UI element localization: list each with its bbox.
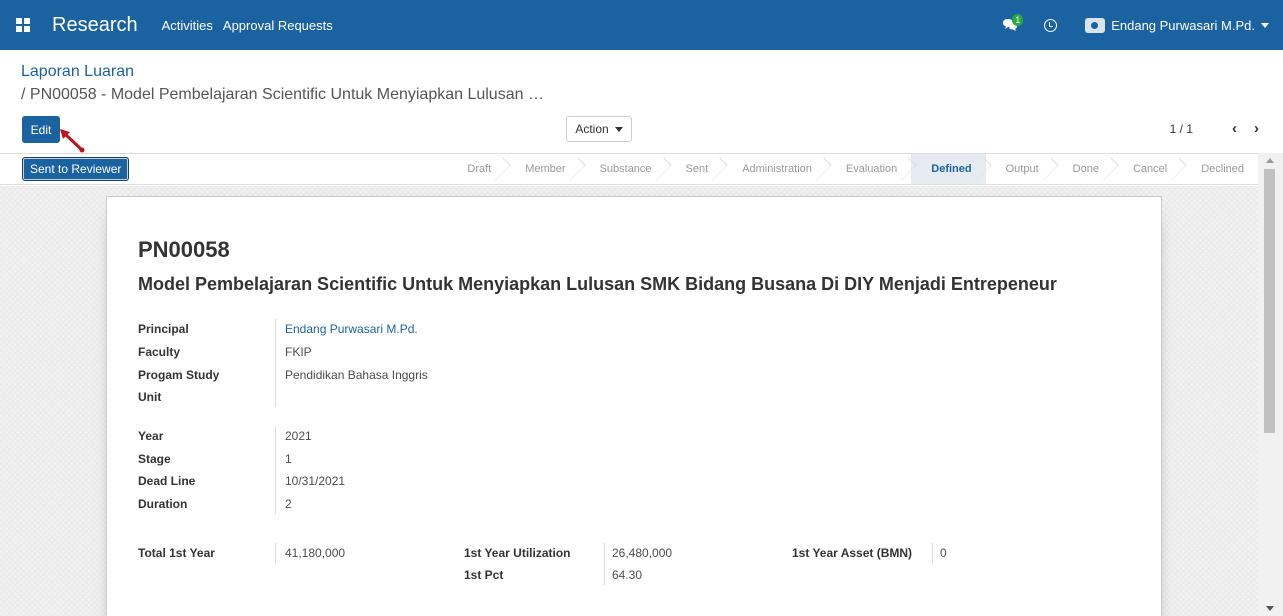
avatar[interactable]: [1085, 17, 1106, 33]
label-1st-year-utilization: 1st Year Utilization: [464, 546, 571, 560]
stage-defined[interactable]: Defined: [911, 154, 986, 184]
value-stage: 1: [285, 452, 292, 466]
stage-cancel[interactable]: Cancel: [1113, 154, 1181, 184]
breadcrumb-root[interactable]: Laporan Luaran: [21, 63, 134, 81]
pager-previous-button[interactable]: ‹: [1232, 120, 1237, 137]
field-divider: [275, 426, 276, 514]
stage-declined[interactable]: Declined: [1181, 154, 1258, 184]
status-bar: Sent to Reviewer Draft Member Substance …: [0, 153, 1258, 185]
action-dropdown[interactable]: Action: [566, 116, 632, 142]
label-total-1st-year: Total 1st Year: [138, 546, 215, 560]
sent-to-reviewer-button[interactable]: Sent to Reviewer: [22, 157, 130, 181]
caret-down-icon: [614, 126, 623, 132]
stage-member[interactable]: Member: [505, 154, 579, 184]
pager-value[interactable]: 1 / 1: [1170, 122, 1193, 136]
field-divider: [275, 543, 276, 563]
field-divider: [932, 543, 933, 563]
label-year: Year: [138, 429, 164, 443]
label-principal: Principal: [138, 322, 189, 336]
value-1st-year-asset: 0: [940, 546, 947, 560]
scroll-down-icon[interactable]: [1266, 606, 1274, 611]
field-divider: [604, 543, 605, 585]
annotation-arrow-icon: [60, 129, 85, 153]
breadcrumb-current: / PN00058 - Model Pembelajaran Scientifi…: [21, 86, 544, 103]
scroll-thumb[interactable]: [1264, 169, 1275, 433]
scroll-up-icon[interactable]: [1266, 158, 1274, 163]
label-1st-year-asset: 1st Year Asset (BMN): [792, 546, 913, 560]
value-1st-year-utilization: 26,480,000: [612, 546, 673, 560]
form-sheet: PN00058 Model Pembelajaran Scientific Un…: [106, 196, 1162, 616]
label-unit: Unit: [138, 390, 162, 404]
value-year: 2021: [285, 429, 312, 443]
chat-icon[interactable]: 1: [1002, 14, 1024, 32]
menu-approval-requests[interactable]: Approval Requests: [223, 18, 333, 33]
clock-icon[interactable]: [1044, 18, 1058, 32]
label-stage: Stage: [138, 452, 171, 466]
pager-next-button[interactable]: ›: [1254, 120, 1259, 137]
value-total-1st-year: 41,180,000: [285, 546, 346, 560]
field-divider: [275, 319, 276, 407]
edit-button[interactable]: Edit: [22, 116, 60, 143]
label-duration: Duration: [138, 497, 188, 511]
navbar-right: 1 Endang Purwasari M.Pd.: [1002, 0, 1283, 50]
apps-menu-icon[interactable]: [16, 18, 30, 32]
label-dead-line: Dead Line: [138, 474, 196, 488]
user-menu-caret-icon[interactable]: [1261, 22, 1269, 28]
stage-pipeline: Draft Member Substance Sent Administrati…: [447, 154, 1258, 184]
action-label: Action: [575, 122, 609, 136]
value-faculty: FKIP: [285, 345, 312, 359]
stage-substance[interactable]: Substance: [580, 154, 666, 184]
chat-badge: 1: [1012, 14, 1024, 26]
record-reference: PN00058: [138, 237, 230, 262]
stage-evaluation[interactable]: Evaluation: [826, 154, 911, 184]
label-program-study: Progam Study: [138, 368, 220, 382]
value-program-study: Pendidikan Bahasa Inggris: [285, 368, 428, 382]
stage-draft[interactable]: Draft: [447, 154, 505, 184]
stage-output[interactable]: Output: [986, 154, 1053, 184]
label-1st-pct: 1st Pct: [464, 568, 504, 582]
app-brand[interactable]: Research: [52, 14, 138, 37]
label-faculty: Faculty: [138, 345, 181, 359]
value-dead-line: 10/31/2021: [285, 474, 346, 488]
stage-done[interactable]: Done: [1053, 154, 1113, 184]
menu-activities[interactable]: Activities: [162, 18, 213, 33]
record-title: Model Pembelajaran Scientific Untuk Meny…: [138, 274, 1057, 294]
value-principal[interactable]: Endang Purwasari M.Pd.: [285, 322, 418, 336]
user-name[interactable]: Endang Purwasari M.Pd.: [1111, 18, 1255, 33]
value-duration: 2: [285, 497, 292, 511]
stage-sent[interactable]: Sent: [666, 154, 723, 184]
top-navbar: Research Activities Approval Requests 1 …: [0, 0, 1283, 50]
stage-administration[interactable]: Administration: [722, 154, 826, 184]
scrollbar[interactable]: [1258, 153, 1283, 616]
value-1st-pct: 64.30: [612, 568, 643, 582]
